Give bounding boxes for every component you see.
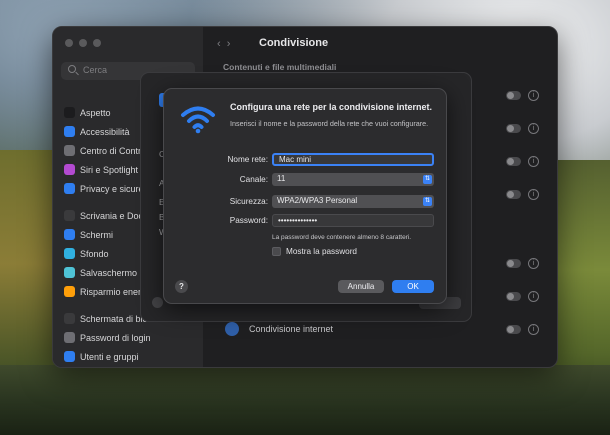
info-icon[interactable]: i	[528, 291, 539, 302]
network-name-field[interactable]: Mac mini	[272, 153, 434, 166]
section-header: Contenuti e file multimediali	[223, 62, 337, 72]
sidebar-item-label: Siri e Spotlight	[80, 164, 139, 175]
dialog-subtitle: Inserisci il nome e la password della re…	[230, 119, 429, 128]
info-icon[interactable]: i	[528, 123, 539, 134]
toggle-switch[interactable]	[506, 259, 521, 268]
channel-value: 11	[277, 174, 286, 183]
sidebar-item-icon	[64, 210, 75, 221]
toggle-switch[interactable]	[506, 91, 521, 100]
channel-label: Canale:	[239, 175, 268, 184]
back-forward-icon[interactable]: ‹ ›	[217, 38, 230, 50]
sidebar-item[interactable]: Password di login	[59, 329, 197, 346]
password-label: Password:	[229, 216, 268, 225]
background-forest	[0, 365, 610, 435]
cancel-button[interactable]: Annulla	[338, 280, 384, 293]
ok-button[interactable]: OK	[392, 280, 434, 293]
help-icon	[152, 297, 163, 308]
search-icon	[68, 65, 76, 73]
sidebar-item-label: Schermi	[80, 229, 114, 240]
sidebar-item-icon	[64, 351, 75, 362]
network-name-label: Nome rete:	[227, 155, 269, 164]
info-icon[interactable]: i	[528, 189, 539, 200]
sidebar-item-icon	[64, 267, 75, 278]
sidebar-item-icon	[64, 164, 75, 175]
show-password-label: Mostra la password	[286, 247, 357, 256]
sidebar-item-icon	[64, 313, 75, 324]
sidebar-item-icon	[64, 248, 75, 259]
security-label: Sicurezza:	[229, 197, 268, 206]
security-value: WPA2/WPA3 Personal	[277, 196, 358, 205]
sidebar-item-label: Password di login	[80, 332, 151, 343]
help-button[interactable]: ?	[175, 280, 188, 293]
internet-sharing-label: Condivisione internet	[249, 324, 334, 334]
window-title: Condivisione	[259, 37, 329, 49]
show-password-checkbox[interactable]	[272, 247, 281, 256]
close-button[interactable]	[65, 39, 73, 47]
sidebar-item-icon	[64, 229, 75, 240]
sidebar-item-icon	[64, 126, 75, 137]
password-field[interactable]: ••••••••••••••	[272, 214, 434, 227]
zoom-button[interactable]	[93, 39, 101, 47]
info-icon[interactable]: i	[528, 258, 539, 269]
info-icon[interactable]: i	[528, 90, 539, 101]
sidebar-item-label: Sfondo	[80, 248, 109, 259]
sidebar-item-label: Aspetto	[80, 107, 111, 118]
minimize-button[interactable]	[79, 39, 87, 47]
chevron-updown-icon: ⇅	[423, 197, 432, 206]
wifi-icon	[181, 106, 215, 134]
sidebar-item-icon	[64, 332, 75, 343]
sidebar-item-icon	[64, 145, 75, 156]
sidebar-item-icon	[64, 107, 75, 118]
chevron-updown-icon: ⇅	[423, 175, 432, 184]
dialog-title: Configura una rete per la condivisione i…	[230, 102, 433, 112]
sidebar-item-label: Scrivania e Dock	[80, 210, 148, 221]
sidebar-item-label: Utenti e gruppi	[80, 351, 139, 362]
toggle-switch[interactable]	[506, 190, 521, 199]
globe-icon	[225, 322, 239, 336]
toggle-switch[interactable]	[506, 292, 521, 301]
sidebar-item-icon	[64, 286, 75, 297]
toggle-switch[interactable]	[506, 157, 521, 166]
sidebar-item-icon	[64, 183, 75, 194]
sidebar-item[interactable]: Utenti e gruppi	[59, 348, 197, 365]
password-hint: La password deve contenere almeno 8 cara…	[272, 234, 412, 241]
info-icon[interactable]: i	[528, 324, 539, 335]
security-select[interactable]: WPA2/WPA3 Personal ⇅	[272, 195, 434, 208]
internet-sharing-dialog: Configura una rete per la condivisione i…	[163, 88, 447, 304]
toggle-switch[interactable]	[506, 124, 521, 133]
channel-select[interactable]: 11 ⇅	[272, 173, 434, 186]
search-placeholder: Cerca	[83, 65, 108, 75]
sidebar-item-label: Salvaschermo	[80, 267, 138, 278]
info-icon[interactable]: i	[528, 156, 539, 167]
sidebar-item-label: Accessibilità	[80, 126, 130, 137]
toggle-switch[interactable]	[506, 325, 521, 334]
window-controls	[65, 39, 101, 47]
